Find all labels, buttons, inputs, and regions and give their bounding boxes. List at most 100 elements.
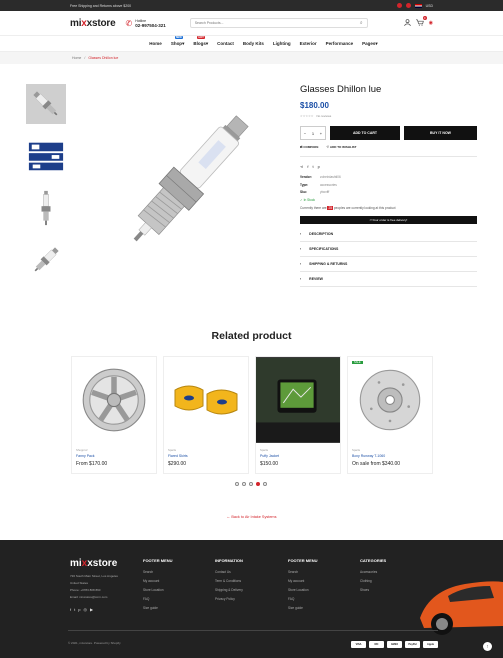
thumbnail-2[interactable] [26, 136, 66, 176]
breadcrumb-home[interactable]: Home [72, 56, 81, 60]
applepay-icon: Apple [423, 641, 438, 648]
viewers-count: 25 [327, 206, 334, 211]
footer-link[interactable]: My account [143, 577, 173, 586]
account-icon[interactable] [403, 18, 411, 28]
qty-minus-button[interactable]: − [304, 131, 306, 136]
footer-link[interactable]: Contact Us [215, 568, 243, 577]
chevron-right-icon: › [300, 262, 302, 267]
product-card-image[interactable] [256, 357, 340, 443]
product-main-image[interactable] [102, 98, 262, 278]
chevron-down-icon: ▾ [205, 40, 209, 46]
nav-pages[interactable]: Pages▾ [362, 41, 378, 47]
accordion-specifications[interactable]: › SPECIFICATIONS [300, 242, 477, 258]
compare-link[interactable]: ⇄ COMPARE [300, 145, 318, 149]
nav-exterior[interactable]: Exterior [300, 41, 317, 46]
facebook-icon[interactable]: f [307, 164, 308, 169]
accordion-description[interactable]: › DESCRIPTION [300, 227, 477, 243]
nav-lighting[interactable]: Lighting [273, 41, 291, 46]
qty-value[interactable]: 1 [312, 131, 314, 136]
twitter-icon[interactable]: t [74, 605, 75, 614]
footer-link[interactable]: Accessories [360, 568, 386, 577]
card-name[interactable]: Puffy Jacket [260, 454, 336, 458]
hot-badge: HOT [197, 35, 205, 39]
share-icons: ⋖ f t p [300, 164, 477, 169]
footer-link[interactable]: FAQ [288, 595, 318, 604]
related-carousel: Shopprof Fanny Pack From $170.00 Sparts … [71, 356, 433, 474]
nav-body-kits[interactable]: Body Kits [243, 41, 264, 46]
thumbnail-1[interactable] [26, 84, 66, 124]
pinterest-icon[interactable]: p [318, 164, 320, 169]
twitter-icon[interactable]: t [312, 164, 313, 169]
thumbnail-4[interactable] [26, 240, 66, 280]
search-input[interactable] [194, 21, 360, 25]
instagram-icon[interactable]: ◎ [83, 605, 87, 614]
carousel-dot[interactable] [263, 482, 267, 486]
footer-col-title: FOOTER MENU [143, 558, 173, 563]
footer-link[interactable]: Shipping & Delivery [215, 586, 243, 595]
payment-icons: VISA MC AMEX PayPal Apple [351, 641, 438, 648]
search-icon[interactable]: ⌕ [360, 20, 363, 26]
buy-now-button[interactable]: BUY IT NOW [404, 126, 477, 140]
accordion-shipping-returns[interactable]: › SHIPPING & RETURNS [300, 257, 477, 273]
card-name[interactable]: Fanny Pack [76, 454, 152, 458]
pinterest-icon[interactable]: p [78, 605, 80, 614]
product-card-image[interactable] [72, 357, 156, 443]
compare-count-icon[interactable] [405, 3, 411, 8]
currency-select[interactable]: USD [426, 4, 433, 8]
hotline-number[interactable]: 02-997504-321 [135, 23, 166, 28]
add-to-cart-button[interactable]: ADD TO CART [330, 126, 400, 140]
card-price: $150.00 [260, 461, 279, 467]
footer-logo[interactable]: mixxstore [70, 558, 118, 570]
footer-link[interactable]: My account [288, 577, 318, 586]
footer-link[interactable]: Size guide [288, 604, 318, 613]
card-price: From $170.00 [76, 461, 108, 467]
scroll-top-button[interactable]: ↑ [483, 642, 492, 651]
nav-blogs[interactable]: HOT Blogs▾ [193, 35, 209, 47]
product-card[interactable]: Sparts Flared Skirts $290.00 [163, 356, 249, 474]
cart-total-icon[interactable]: ◉ [429, 20, 433, 26]
youtube-icon[interactable]: ▶ [90, 605, 93, 614]
facebook-icon[interactable]: f [70, 605, 71, 614]
wishlist-link[interactable]: ♡ ADD TO WISHLIST [326, 145, 356, 149]
product-card[interactable]: Sparts Puffy Jacket $150.00 [255, 356, 341, 474]
carousel-dot[interactable] [242, 482, 246, 486]
logo[interactable]: mixxstore [70, 18, 116, 29]
footer-link[interactable]: Clothing [360, 577, 386, 586]
accordion-review[interactable]: › REVIEW [300, 272, 477, 288]
footer-link[interactable]: Term & Conditions [215, 577, 243, 586]
footer-link[interactable]: Store Location [288, 586, 318, 595]
brake-caliper-image [174, 385, 238, 415]
carousel-dot-active[interactable] [256, 482, 260, 486]
footer-col-categories: CATEGORIES Accessories Clothing Shoes [360, 558, 386, 595]
card-name[interactable]: Flared Skirts [168, 454, 244, 458]
search-box: ⌕ [189, 18, 368, 28]
carousel-dot[interactable] [235, 482, 239, 486]
sale-badge: SALE [352, 361, 363, 364]
flag-icon[interactable] [414, 3, 422, 8]
product-card[interactable]: SALE Sparts Boxy Runway T-1060 On sale f… [347, 356, 433, 474]
product-card-image[interactable] [164, 357, 248, 443]
carousel-dot[interactable] [249, 482, 253, 486]
footer-link[interactable]: Shoes [360, 586, 386, 595]
footer-link[interactable]: Privacy Policy [215, 595, 243, 604]
site-header: mixxstore ✆ Hotline 02-997504-321 ⌕ 0 ◉ [0, 11, 503, 35]
card-name[interactable]: Boxy Runway T-1060 [352, 454, 428, 458]
nav-home[interactable]: Home [149, 41, 162, 46]
nav-performance[interactable]: Performance [326, 41, 354, 46]
thumbnail-3[interactable] [26, 188, 66, 228]
footer-link[interactable]: Size guide [143, 604, 173, 613]
product-card[interactable]: Shopprof Fanny Pack From $170.00 [71, 356, 157, 474]
footer-link[interactable]: Search [143, 568, 173, 577]
paypal-icon: PayPal [405, 641, 420, 648]
back-to-collection-link[interactable]: ← Back to Air Intake Systems [0, 515, 503, 519]
review-summary[interactable]: ☆☆☆☆☆ No reviews [300, 114, 477, 118]
footer-link[interactable]: Store Location [143, 586, 173, 595]
cart-icon[interactable]: 0 [415, 15, 427, 28]
wishlist-count-icon[interactable] [396, 3, 402, 8]
nav-contact[interactable]: Contact [217, 41, 234, 46]
footer-link[interactable]: Search [288, 568, 318, 577]
product-card-image[interactable] [348, 357, 432, 443]
footer-link[interactable]: FAQ [143, 595, 173, 604]
qty-plus-button[interactable]: + [320, 131, 322, 136]
nav-shop[interactable]: NEW Shop▾ [171, 35, 184, 47]
